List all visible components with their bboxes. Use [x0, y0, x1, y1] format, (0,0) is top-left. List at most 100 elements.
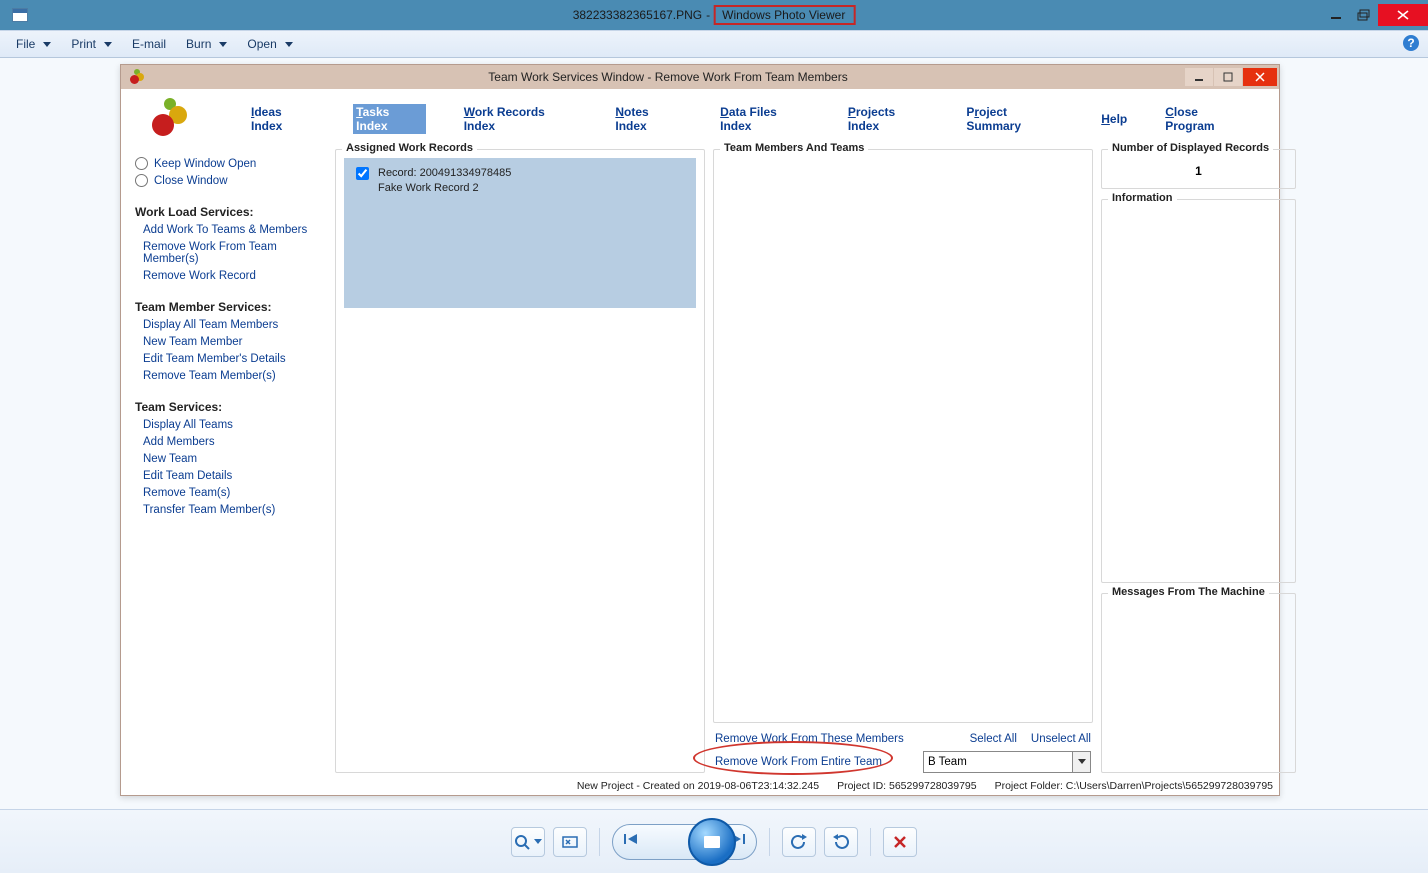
pv-close-button[interactable] [1378, 4, 1428, 26]
svg-text:?: ? [1407, 36, 1414, 50]
link-transfer[interactable]: Transfer Team Member(s) [143, 504, 325, 516]
groupbox-count: Number of Displayed Records 1 [1101, 149, 1296, 189]
record-checkbox[interactable] [356, 167, 369, 180]
link-add-work[interactable]: Add Work To Teams & Members [143, 224, 325, 236]
prev-icon [623, 832, 639, 846]
link-remove-from-members[interactable]: Remove Work From These Members [715, 733, 904, 745]
groupbox-info: Information [1101, 199, 1296, 583]
delete-button[interactable] [883, 827, 917, 857]
menu-burn-label: Burn [186, 37, 211, 51]
pv-canvas: Team Work Services Window - Remove Work … [0, 58, 1428, 809]
link-remove-work-record[interactable]: Remove Work Record [143, 270, 325, 282]
link-new-team[interactable]: New Team [143, 453, 325, 465]
minimize-icon [1330, 9, 1342, 21]
legend-teams: Team Members And Teams [720, 142, 868, 154]
menu-open[interactable]: Open [237, 31, 302, 57]
link-edit-member[interactable]: Edit Team Member's Details [143, 353, 325, 365]
right-column: Number of Displayed Records 1 Informatio… [1101, 149, 1296, 773]
photo-viewer-appicon [12, 8, 28, 22]
photo-viewer-window: 382233382365167.PNG - Windows Photo View… [0, 0, 1428, 873]
status-right: Project Folder: C:\Users\Darren\Projects… [995, 780, 1273, 792]
zoom-button[interactable] [511, 827, 545, 857]
menu-burn[interactable]: Burn [176, 31, 237, 57]
team-select-wrap [923, 751, 1091, 773]
toolbar-separator [769, 828, 770, 856]
app-minimize-button[interactable] [1185, 68, 1213, 86]
tab-notes[interactable]: Notes Index [615, 105, 682, 133]
assigned-record-row[interactable]: Record: 200491334978485 Fake Work Record… [352, 166, 688, 197]
pv-title: 382233382365167.PNG - Windows Photo View… [573, 5, 856, 25]
toolbar-separator [599, 828, 600, 856]
col-teams: Team Members And Teams Remove Work From … [713, 149, 1093, 773]
slideshow-icon [702, 833, 722, 851]
link-edit-team[interactable]: Edit Team Details [143, 470, 325, 482]
chevron-down-icon [104, 37, 112, 51]
link-select-all[interactable]: Select All [970, 733, 1017, 745]
help-button[interactable]: ? [1402, 34, 1422, 54]
link-add-members[interactable]: Add Members [143, 436, 325, 448]
tab-work-records[interactable]: Work Records Index [464, 105, 578, 133]
tab-tasks[interactable]: Tasks Index [353, 104, 426, 134]
delete-icon [893, 835, 907, 849]
tab-ideas[interactable]: Ideas Index [251, 105, 315, 133]
link-remove-entire-team[interactable]: Remove Work From Entire Team [715, 756, 882, 768]
app-body: Ideas Index Tasks Index Work Records Ind… [121, 89, 1279, 795]
tab-help[interactable]: Help [1101, 112, 1127, 126]
menu-print[interactable]: Print [61, 31, 122, 57]
rotate-ccw-button[interactable] [782, 827, 816, 857]
tab-summary[interactable]: Project Summary [966, 105, 1063, 133]
rotate-cw-button[interactable] [824, 827, 858, 857]
pv-separator: - [706, 8, 710, 22]
app-close-button[interactable] [1243, 68, 1277, 86]
link-remove-team[interactable]: Remove Team(s) [143, 487, 325, 499]
radio-keep-open-label: Keep Window Open [154, 158, 256, 170]
fit-button[interactable] [553, 827, 587, 857]
radio-keep-open-input[interactable] [135, 157, 148, 170]
chevron-down-icon [219, 37, 227, 51]
radio-close-window[interactable]: Close Window [135, 174, 325, 187]
radio-close-window-input[interactable] [135, 174, 148, 187]
chevron-down-icon [43, 37, 51, 51]
groupbox-assigned: Assigned Work Records Record: 2004913349… [335, 149, 705, 773]
slideshow-button[interactable] [688, 818, 736, 866]
menu-file[interactable]: File [6, 31, 61, 57]
tab-close-program[interactable]: Close Program [1165, 105, 1249, 133]
link-remove-work-members[interactable]: Remove Work From Team Member(s) [143, 241, 325, 265]
minimize-button[interactable] [1322, 5, 1350, 25]
tab-projects[interactable]: Projects Index [848, 105, 929, 133]
pv-titlebar: 382233382365167.PNG - Windows Photo View… [0, 0, 1428, 30]
legend-assigned: Assigned Work Records [342, 142, 477, 154]
link-display-members[interactable]: Display All Team Members [143, 319, 325, 331]
status-mid: Project ID: 565299728039795 [837, 780, 977, 792]
app-title: Team Work Services Window - Remove Work … [151, 70, 1185, 84]
record-line1: Record: 200491334978485 [378, 166, 511, 181]
fit-icon [561, 834, 579, 850]
link-remove-member[interactable]: Remove Team Member(s) [143, 370, 325, 382]
prev-button[interactable] [623, 832, 639, 851]
app-logo [121, 98, 221, 140]
app-maximize-button[interactable] [1214, 68, 1242, 86]
heading-workload: Work Load Services: [135, 205, 325, 219]
menu-print-label: Print [71, 37, 96, 51]
team-select-dropdown-button[interactable] [1073, 751, 1091, 773]
menu-open-label: Open [247, 37, 276, 51]
link-new-member[interactable]: New Team Member [143, 336, 325, 348]
app-statusbar: New Project - Created on 2019-08-06T23:1… [121, 777, 1279, 795]
menu-email[interactable]: E-mail [122, 31, 176, 57]
restore-button[interactable] [1350, 5, 1378, 25]
pv-menubar: File Print E-mail Burn Open ? [0, 30, 1428, 58]
chevron-down-icon [1078, 759, 1086, 765]
pv-filename: 382233382365167.PNG [573, 8, 704, 22]
link-unselect-all[interactable]: Unselect All [1031, 733, 1091, 745]
tab-data-files[interactable]: Data Files Index [720, 105, 810, 133]
link-display-teams[interactable]: Display All Teams [143, 419, 325, 431]
rotate-cw-icon [832, 834, 850, 850]
app-window-buttons [1185, 68, 1277, 86]
team-select-input[interactable] [923, 751, 1073, 773]
legend-messages: Messages From The Machine [1108, 586, 1269, 598]
radio-keep-open[interactable]: Keep Window Open [135, 157, 325, 170]
zoom-icon [514, 834, 532, 850]
heading-member: Team Member Services: [135, 300, 325, 314]
app-main: Keep Window Open Close Window Work Load … [121, 149, 1279, 777]
app-window: Team Work Services Window - Remove Work … [120, 64, 1280, 796]
